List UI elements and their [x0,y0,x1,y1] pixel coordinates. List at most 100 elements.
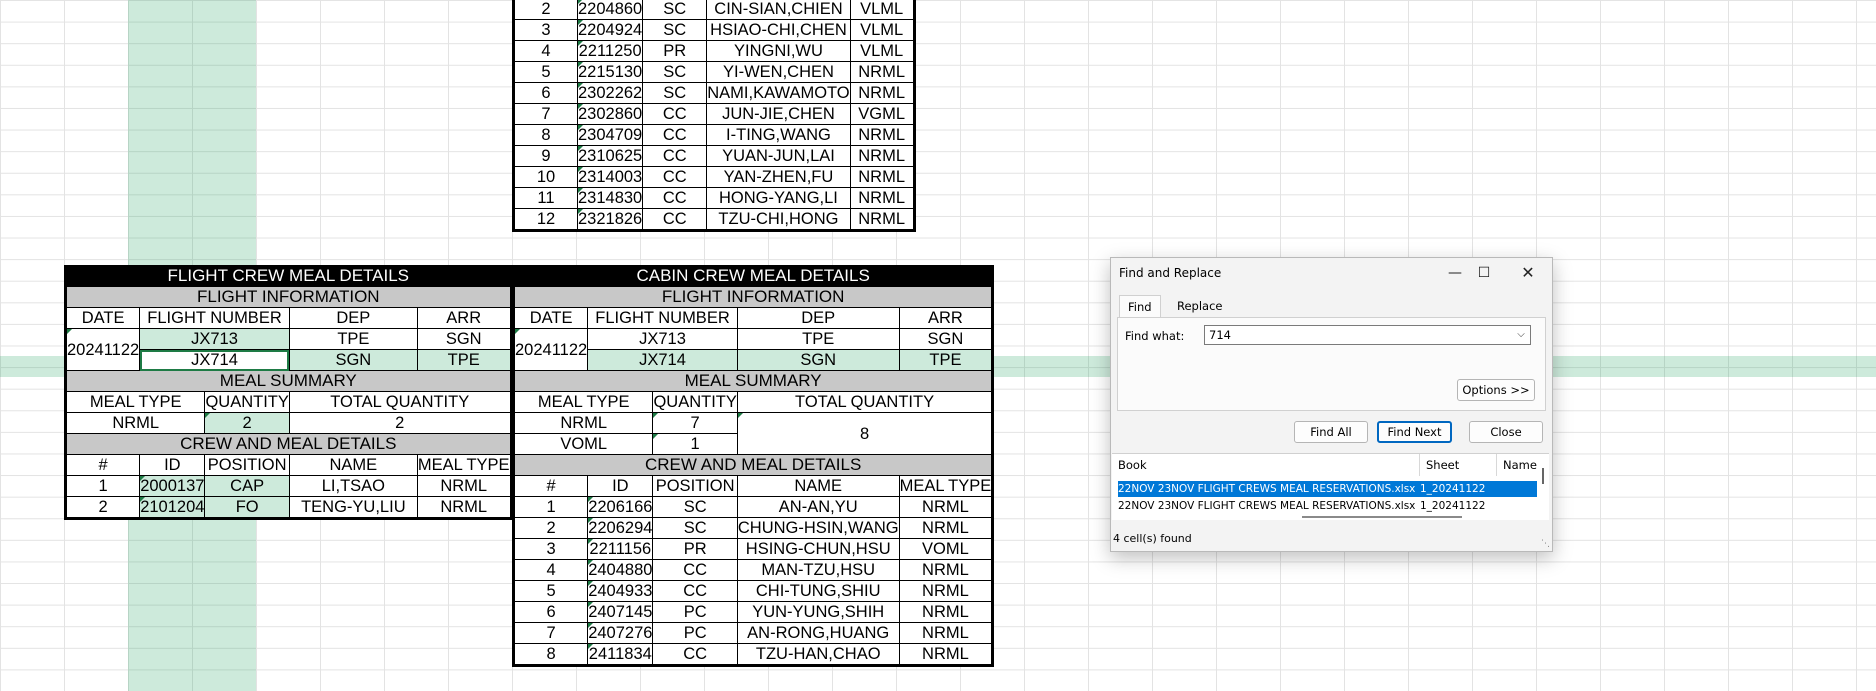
crew-no[interactable]: 12 [512,208,578,232]
header-arr[interactable]: ARR [416,307,513,329]
arr-cell[interactable]: SGN [416,328,513,350]
crew-position[interactable]: CAP [204,475,290,497]
crew-no[interactable]: 7 [512,103,578,125]
summary-meal-type[interactable]: NRML [511,412,654,434]
crew-no[interactable]: 5 [512,61,578,83]
crew-meal-type[interactable]: NRML [898,622,995,644]
crew-position[interactable]: CC [642,124,708,146]
header-position[interactable]: POSITION [652,475,738,497]
crew-name[interactable]: TZU-CHI,HONG [706,208,851,232]
flight-date-cell[interactable]: 20241122 [63,328,141,371]
crew-no[interactable]: 6 [511,601,589,623]
header-no[interactable]: # [511,475,589,497]
crew-meal-type[interactable]: VGML [849,103,916,125]
crew-no[interactable]: 1 [63,475,141,497]
crew-position[interactable]: PC [652,622,738,644]
header-total-quantity[interactable]: TOTAL QUANTITY [736,391,995,413]
crew-meal-type[interactable]: NRML [898,601,995,623]
dep-cell[interactable]: TPE [736,328,900,350]
crew-meal-type[interactable]: NRML [898,496,995,518]
crew-meal-type[interactable]: NRML [849,166,916,188]
crew-name[interactable]: HONG-YANG,LI [706,187,851,209]
crew-id[interactable]: 2304709 [576,124,644,146]
summary-quantity[interactable]: 7 [652,412,738,434]
arr-cell[interactable]: TPE [416,349,513,371]
crew-position[interactable]: SC [642,82,708,104]
dep-cell[interactable]: TPE [288,328,418,350]
crew-position[interactable]: PR [652,538,738,560]
crew-meal-type[interactable]: VOML [898,538,995,560]
crew-meal-type[interactable]: NRML [849,61,916,83]
header-date[interactable]: DATE [511,307,589,329]
crew-name[interactable]: CHUNG-HSIN,WANG [736,517,900,539]
crew-id[interactable]: 2215130 [576,61,644,83]
results-header-sheet[interactable]: Sheet [1420,454,1497,476]
crew-name[interactable]: HSING-CHUN,HSU [736,538,900,560]
crew-meal-type[interactable]: NRML [898,559,995,581]
crew-position[interactable]: SC [652,517,738,539]
crew-meal-type[interactable]: NRML [849,145,916,167]
flight-number-cell[interactable]: JX714 [587,349,738,371]
crew-position[interactable]: CC [652,559,738,581]
header-dep[interactable]: DEP [288,307,418,329]
close-icon[interactable]: ✕ [1506,258,1550,288]
crew-no[interactable]: 11 [512,187,578,209]
arr-cell[interactable]: TPE [898,349,995,371]
crew-position[interactable]: CC [642,187,708,209]
crew-id[interactable]: 2407276 [587,622,654,644]
crew-name[interactable]: CIN-SIAN,CHIEN [706,0,851,20]
crew-position[interactable]: FO [204,496,290,520]
crew-id[interactable]: 2204924 [576,19,644,41]
crew-no[interactable]: 8 [511,643,589,667]
crew-meal-type[interactable]: NRML [849,187,916,209]
crew-position[interactable]: CC [642,208,708,232]
chevron-down-icon[interactable]: ⌵ [1514,327,1528,343]
summary-total[interactable]: 8 [736,412,995,455]
crew-meal-type[interactable]: VLML [849,19,916,41]
header-arr[interactable]: ARR [898,307,995,329]
crew-id[interactable]: 2204860 [576,0,644,20]
crew-no[interactable]: 3 [512,19,578,41]
header-flight-number[interactable]: FLIGHT NUMBER [587,307,738,329]
crew-name[interactable]: AN-RONG,HUANG [736,622,900,644]
dep-cell[interactable]: SGN [288,349,418,371]
crew-name[interactable]: I-TING,WANG [706,124,851,146]
crew-no[interactable]: 2 [512,0,578,20]
crew-no[interactable]: 2 [63,496,141,520]
crew-name[interactable]: MAN-TZU,HSU [736,559,900,581]
arr-cell[interactable]: SGN [898,328,995,350]
crew-name[interactable]: YUAN-JUN,LAI [706,145,851,167]
crew-id[interactable]: 2000137 [139,475,206,497]
crew-name[interactable]: TENG-YU,LIU [288,496,418,520]
results-header-book[interactable]: Book [1112,454,1420,476]
crew-no[interactable]: 9 [512,145,578,167]
crew-meal-type[interactable]: NRML [416,475,513,497]
crew-id[interactable]: 2206166 [587,496,654,518]
crew-id[interactable]: 2302262 [576,82,644,104]
crew-id[interactable]: 2302860 [576,103,644,125]
find-all-button[interactable]: Find All [1294,421,1368,443]
crew-name[interactable]: HSIAO-CHI,CHEN [706,19,851,41]
header-meal[interactable]: MEAL TYPE [898,475,995,497]
tab-replace[interactable]: Replace [1169,295,1231,317]
find-next-button[interactable]: Find Next [1377,421,1452,443]
find-what-value[interactable]: 714 [1209,328,1231,342]
crew-id[interactable]: 2404933 [587,580,654,602]
crew-id[interactable]: 2314003 [576,166,644,188]
header-meal[interactable]: MEAL TYPE [416,454,513,476]
header-name[interactable]: NAME [288,454,418,476]
flight-number-cell[interactable]: JX713 [587,328,738,350]
crew-position[interactable]: SC [642,19,708,41]
crew-meal-type[interactable]: NRML [849,208,916,232]
crew-id[interactable]: 2407145 [587,601,654,623]
header-meal-type[interactable]: MEAL TYPE [511,391,654,413]
crew-id[interactable]: 2101204 [139,496,206,520]
flight-date-cell[interactable]: 20241122 [511,328,589,371]
crew-position[interactable]: SC [642,61,708,83]
crew-name[interactable]: YAN-ZHEN,FU [706,166,851,188]
summary-quantity[interactable]: 1 [652,433,738,455]
header-meal-type[interactable]: MEAL TYPE [63,391,206,413]
header-total-quantity[interactable]: TOTAL QUANTITY [288,391,513,413]
crew-no[interactable]: 4 [512,40,578,62]
crew-position[interactable]: CC [642,145,708,167]
